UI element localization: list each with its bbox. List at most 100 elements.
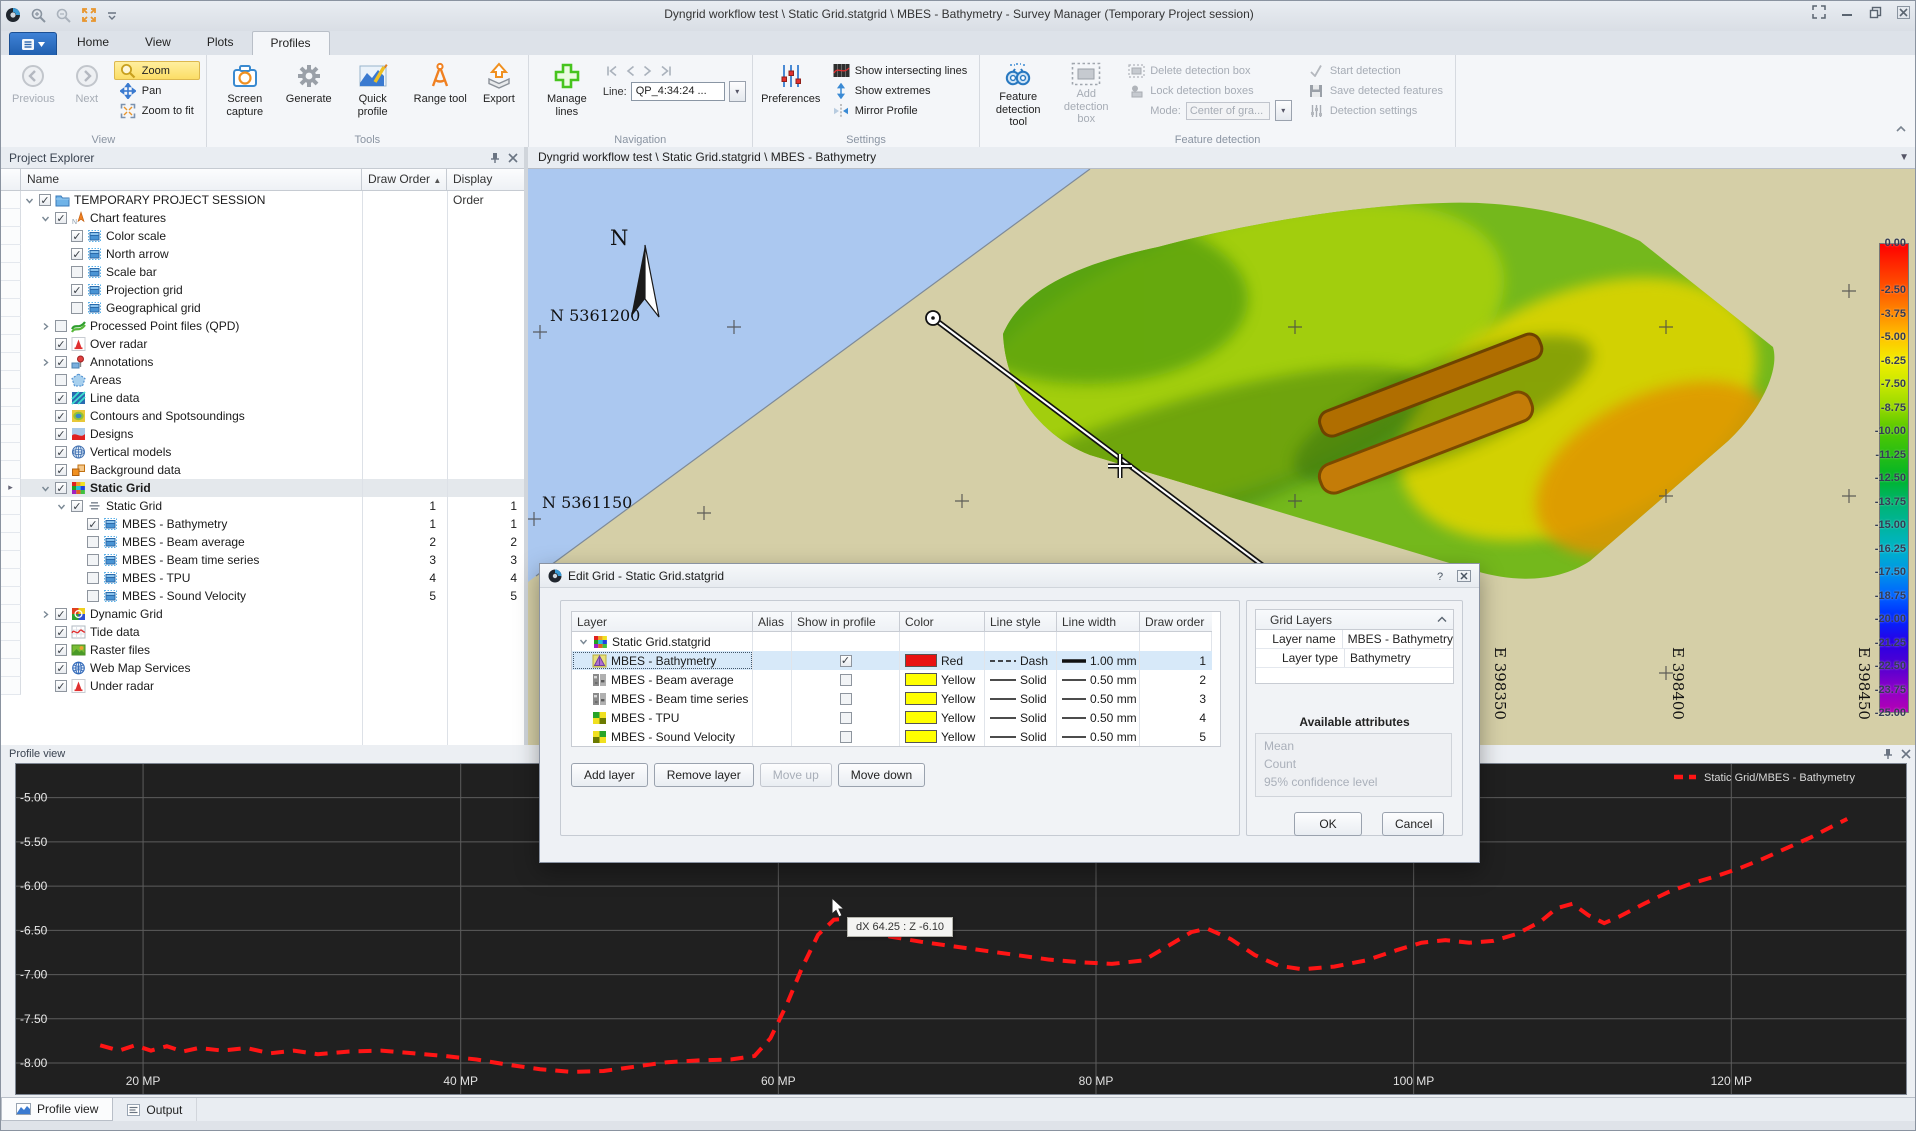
visibility-checkbox[interactable]: ✓ xyxy=(55,608,67,620)
tree-row-mbes-tpu[interactable]: MBES - TPU44 xyxy=(1,569,524,587)
layer-row-mbes-beam-average[interactable]: MBES - Beam averageYellowSolid0.50 mm2 xyxy=(572,670,1220,689)
visibility-checkbox[interactable]: ✓ xyxy=(71,230,83,242)
tree-row-designs[interactable]: ✓Designs xyxy=(1,425,524,443)
detection-settings-button[interactable]: Detection settings xyxy=(1302,101,1449,120)
alias-cell[interactable] xyxy=(753,727,792,746)
line-style-cell[interactable]: Solid xyxy=(985,708,1057,727)
dialog-title-bar[interactable]: Edit Grid - Static Grid.statgrid ? xyxy=(540,564,1479,588)
visibility-checkbox[interactable]: ✓ xyxy=(55,626,67,638)
tree-row-north-arrow[interactable]: ✓North arrow xyxy=(1,245,524,263)
previous-button[interactable]: Previous xyxy=(7,57,60,127)
tree-row-background-data[interactable]: ✓Background data xyxy=(1,461,524,479)
mode-button[interactable]: Mode:Center of gra...▾ xyxy=(1122,101,1298,120)
visibility-checkbox[interactable]: ✓ xyxy=(55,446,67,458)
visibility-checkbox[interactable] xyxy=(87,590,99,602)
start-detection-button[interactable]: Start detection xyxy=(1302,61,1449,80)
draw-order-cell[interactable]: 3 xyxy=(1140,689,1212,708)
previous-line-button[interactable] xyxy=(626,65,635,77)
add-layer-button[interactable]: Add layer xyxy=(571,763,648,787)
tree-row-mbes-beam-time-series[interactable]: MBES - Beam time series33 xyxy=(1,551,524,569)
tree-row-temporary-project-session[interactable]: ✓TEMPORARY PROJECT SESSION xyxy=(1,191,524,209)
zoom-out-icon[interactable] xyxy=(56,8,71,23)
show-intersecting-lines-button[interactable]: Show intersecting lines xyxy=(827,61,974,80)
tree-row-contours-and-spotsoundings[interactable]: ✓Contours and Spotsoundings xyxy=(1,407,524,425)
generate-button[interactable]: Generate xyxy=(281,57,337,127)
column-header-show-in-profile-view[interactable]: Show in profile view xyxy=(792,612,900,632)
map-tab-dropdown-icon[interactable]: ▼ xyxy=(1899,147,1909,168)
show-in-profile-checkbox[interactable] xyxy=(840,731,852,743)
visibility-checkbox[interactable]: ✓ xyxy=(55,464,67,476)
line-color-cell[interactable]: Yellow xyxy=(900,670,985,689)
tree-row-under-radar[interactable]: ✓Under radar xyxy=(1,677,524,695)
line-color-cell[interactable]: Yellow xyxy=(900,689,985,708)
grid-layers-header[interactable]: Grid Layers xyxy=(1256,610,1453,630)
line-style-cell[interactable]: Dash xyxy=(985,651,1057,670)
tab-home[interactable]: Home xyxy=(59,31,127,55)
tree-row-tide-data[interactable]: ✓Tide data xyxy=(1,623,524,641)
save-detected-features-button[interactable]: Save detected features xyxy=(1302,81,1449,100)
column-header-alias[interactable]: Alias xyxy=(753,612,792,632)
screen-capture-button[interactable]: Screen capture xyxy=(213,57,277,127)
first-line-button[interactable] xyxy=(605,65,618,77)
column-header-line-style[interactable]: Line style xyxy=(985,612,1057,632)
delete-detection-box-button[interactable]: Delete detection box xyxy=(1122,61,1298,80)
visibility-checkbox[interactable]: ✓ xyxy=(71,284,83,296)
visibility-checkbox[interactable] xyxy=(71,266,83,278)
tree-row-static-grid[interactable]: ✓Static Grid11 xyxy=(1,497,524,515)
line-width-cell[interactable]: 0.50 mm xyxy=(1057,708,1140,727)
export-button[interactable]: Export xyxy=(476,57,522,127)
maximize-button[interactable] xyxy=(1867,4,1883,20)
column-header-draw-order[interactable]: Draw order xyxy=(1140,612,1212,632)
line-width-cell[interactable]: 1.00 mm xyxy=(1057,651,1140,670)
visibility-checkbox[interactable] xyxy=(55,320,67,332)
expander-open-icon[interactable] xyxy=(39,484,51,493)
move-up-button[interactable]: Move up xyxy=(760,763,832,787)
zoom-button[interactable]: Zoom xyxy=(114,61,200,80)
visibility-checkbox[interactable]: ✓ xyxy=(55,680,67,692)
layer-row-mbes-beam-time-series[interactable]: MBES - Beam time seriesYellowSolid0.50 m… xyxy=(572,689,1220,708)
ribbon-collapse-icon[interactable] xyxy=(1895,125,1907,133)
tab-profiles[interactable]: Profiles xyxy=(252,31,330,55)
quick-profile-button[interactable]: Quick profile xyxy=(341,57,405,127)
mirror-profile-button[interactable]: Mirror Profile xyxy=(827,101,974,120)
line-color-cell[interactable]: Yellow xyxy=(900,708,985,727)
alias-cell[interactable] xyxy=(753,689,792,708)
collapse-icon[interactable] xyxy=(1437,616,1447,623)
tree-row-vertical-models[interactable]: ✓Vertical models xyxy=(1,443,524,461)
visibility-checkbox[interactable]: ✓ xyxy=(55,356,67,368)
tree-row-raster-files[interactable]: ✓Raster files xyxy=(1,641,524,659)
zoom-in-icon[interactable] xyxy=(31,8,46,23)
alias-cell[interactable] xyxy=(753,708,792,727)
remove-layer-button[interactable]: Remove layer xyxy=(654,763,754,787)
visibility-checkbox[interactable] xyxy=(71,302,83,314)
ok-button[interactable]: OK xyxy=(1294,812,1362,836)
tree-row-chart-features[interactable]: ✓NChart features xyxy=(1,209,524,227)
draw-order-cell[interactable]: 2 xyxy=(1140,670,1212,689)
tree-row-projection-grid[interactable]: ✓Projection grid xyxy=(1,281,524,299)
quick-access-dropdown-icon[interactable] xyxy=(107,9,117,21)
tree-row-dynamic-grid[interactable]: ✓Dynamic Grid xyxy=(1,605,524,623)
pin-icon[interactable] xyxy=(490,152,500,164)
visibility-checkbox[interactable] xyxy=(87,572,99,584)
visibility-checkbox[interactable]: ✓ xyxy=(71,248,83,260)
expander-closed-icon[interactable] xyxy=(39,322,51,331)
pan-button[interactable]: Pan xyxy=(114,81,200,100)
tab-view[interactable]: View xyxy=(127,31,189,55)
preferences-button[interactable]: Preferences xyxy=(759,57,823,127)
line-width-cell[interactable]: 0.50 mm xyxy=(1057,689,1140,708)
line-color-cell[interactable]: Red xyxy=(900,651,985,670)
visibility-checkbox[interactable]: ✓ xyxy=(39,194,51,206)
close-panel-icon[interactable] xyxy=(1901,749,1911,759)
line-combo-dropdown-icon[interactable]: ▾ xyxy=(729,81,746,102)
expander-open-icon[interactable] xyxy=(55,502,67,511)
show-in-profile-checkbox[interactable] xyxy=(840,674,852,686)
visibility-checkbox[interactable]: ✓ xyxy=(55,428,67,440)
range-tool-button[interactable]: Range tool xyxy=(409,57,472,127)
visibility-checkbox[interactable]: ✓ xyxy=(55,392,67,404)
line-color-cell[interactable]: Yellow xyxy=(900,727,985,746)
tree-row-mbes-bathymetry[interactable]: ✓MBES - Bathymetry11 xyxy=(1,515,524,533)
show-extremes-button[interactable]: Show extremes xyxy=(827,81,974,100)
expander-closed-icon[interactable] xyxy=(39,610,51,619)
close-panel-icon[interactable] xyxy=(508,153,518,163)
visibility-checkbox[interactable] xyxy=(87,554,99,566)
